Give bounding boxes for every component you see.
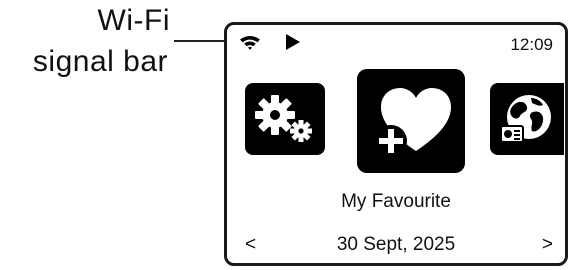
selected-menu-label: My Favourite [341,191,451,212]
date-display: 30 Sept, 2025 [336,234,456,255]
date-navigation: < 30 Sept, 2025 > [227,233,565,259]
favourite-tile[interactable] [357,69,465,173]
status-bar: 12:09 [227,25,565,63]
internet-radio-tile[interactable] [490,83,564,155]
clock-time: 12:09 [510,35,553,54]
settings-gears-icon [255,95,312,142]
heart-plus-icon [375,88,451,157]
nav-next-arrow[interactable]: > [542,233,553,257]
globe-radio-icon [500,95,551,143]
callout-title: Wi-Fi [97,4,170,37]
settings-tile[interactable] [245,83,325,155]
callout-subtitle: signal bar [32,45,168,78]
device-screen: 12:09 My Favourite < 30 Sept, 2025 > [224,22,568,266]
wifi-callout: Wi-Fi signal bar [0,0,236,100]
play-icon [286,34,300,50]
wifi-signal-icon [240,36,260,50]
